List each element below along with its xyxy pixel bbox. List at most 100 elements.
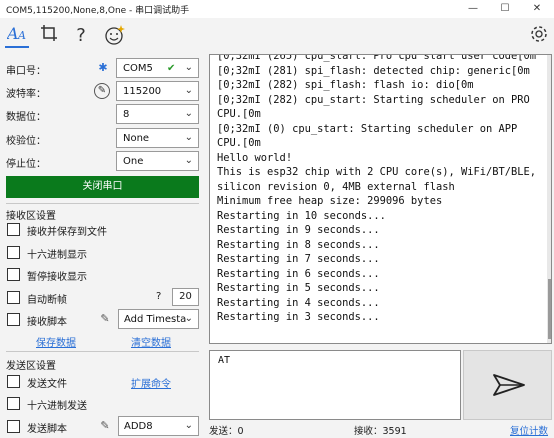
chevron-down-icon: ⌄ (184, 155, 193, 166)
baud-select[interactable]: 115200 ⌄ (116, 81, 199, 101)
send-script-label: 发送脚本 (27, 424, 67, 435)
save-data-link[interactable]: 保存数据 (36, 334, 76, 349)
bluetooth-icon[interactable]: ✱ (95, 60, 111, 76)
pen-icon[interactable]: ✎ (94, 83, 110, 99)
close-port-button[interactable]: 关闭串口 (6, 176, 199, 198)
parity-row: 校验位： None ⌄ (0, 127, 204, 149)
log-line: CPU.[0m (217, 137, 261, 149)
log-line: [0;32mI (265) cpu_start: Pro cpu start u… (217, 54, 537, 62)
baud-label: 波特率： (6, 89, 46, 100)
send-section-title: 发送区设置 (6, 361, 56, 372)
auto-break-input[interactable]: 20 (172, 288, 199, 306)
settings-icon[interactable] (527, 24, 551, 48)
pause-display-label: 暂停接收显示 (27, 272, 87, 283)
text-format-icon[interactable]: AA (5, 24, 29, 48)
log-line: Minimum free heap size: 299096 bytes (217, 195, 443, 207)
chevron-down-icon: ⌄ (184, 313, 193, 324)
sent-count: 发送：0 (209, 426, 244, 437)
baud-row: 波特率： ✎ 115200 ⌄ (0, 80, 204, 102)
clear-data-link[interactable]: 清空数据 (131, 334, 171, 349)
divider (6, 351, 199, 352)
log-text: [0;32mI (265) cpu_start: Pro cpu start u… (217, 54, 537, 325)
chevron-down-icon: ⌄ (184, 420, 193, 431)
auto-break-label: 自动断帧 (27, 295, 67, 306)
send-script-select[interactable]: ADD8 ⌄ (118, 416, 199, 436)
receive-script-label: 接收脚本 (27, 317, 67, 328)
databits-select[interactable]: 8 ⌄ (116, 104, 199, 124)
port-row: 串口号： ✱ COM5 ✔ ⌄ (0, 57, 204, 79)
port-ok-icon: ✔ (167, 63, 176, 74)
toolbar: AA ? (0, 18, 554, 54)
receive-script-select[interactable]: Add Timesta ⌄ (118, 309, 199, 329)
stopbits-label: 停止位： (6, 159, 46, 170)
pen-icon[interactable]: ✎ (97, 311, 113, 327)
hex-display-label: 十六进制显示 (27, 250, 87, 261)
log-line: [0;32mI (0) cpu_start: Starting schedule… (217, 122, 518, 135)
stopbits-row: 停止位： One ⌄ (0, 150, 204, 172)
log-line: CPU.[0m (217, 108, 261, 120)
log-line: Restarting in 10 seconds... (217, 209, 386, 222)
receive-script-checkbox[interactable] (7, 313, 20, 326)
svg-text:A: A (7, 24, 19, 42)
log-line: Restarting in 6 seconds... (217, 267, 380, 280)
divider (6, 203, 199, 204)
parity-label: 校验位： (6, 136, 46, 147)
stopbits-value: One (123, 156, 144, 167)
save-to-file-label: 接收并保存到文件 (27, 227, 107, 238)
send-input[interactable]: AT (209, 350, 461, 420)
log-line: Restarting in 4 seconds... (217, 296, 380, 309)
log-line: Restarting in 7 seconds... (217, 253, 380, 265)
log-line: This is esp32 chip with 2 CPU core(s), W… (217, 166, 537, 178)
baud-value: 115200 (123, 86, 162, 97)
databits-label: 数据位： (6, 112, 46, 123)
port-value: COM5 (123, 63, 153, 74)
log-line: Restarting in 3 seconds... (217, 311, 380, 323)
parity-select[interactable]: None ⌄ (116, 128, 199, 148)
minimize-button[interactable]: — (458, 0, 488, 18)
chevron-down-icon: ⌄ (184, 108, 193, 119)
log-scrollbar[interactable] (547, 55, 551, 343)
smiley-icon[interactable] (103, 24, 127, 48)
send-file-checkbox[interactable] (7, 375, 20, 388)
status-bar: 发送：0 接收：3591 复位计数 (204, 421, 554, 438)
crop-icon[interactable] (37, 24, 61, 48)
app-window: COM5,115200,None,8,One - 串口调试助手 — ☐ ✕ AA… (0, 0, 554, 438)
auto-break-checkbox[interactable] (7, 291, 20, 304)
reset-count-link[interactable]: 复位计数 (510, 423, 548, 437)
receive-section-title: 接收区设置 (6, 211, 56, 222)
maximize-button[interactable]: ☐ (490, 0, 520, 18)
send-script-value: ADD8 (124, 421, 153, 432)
svg-text:A: A (17, 29, 26, 42)
hex-send-label: 十六进制发送 (27, 401, 87, 412)
send-input-text: AT (218, 355, 231, 366)
send-button[interactable] (463, 350, 552, 420)
hex-send-checkbox[interactable] (7, 397, 20, 410)
hex-display-checkbox[interactable] (7, 246, 20, 259)
auto-break-help-icon[interactable]: ? (156, 291, 161, 302)
log-line: silicon revision 0, 4MB external flash (217, 180, 455, 193)
log-line: Hello world! (217, 151, 293, 164)
title-bar: COM5,115200,None,8,One - 串口调试助手 — ☐ ✕ (0, 0, 554, 18)
receive-log[interactable]: [0;32mI (265) cpu_start: Pro cpu start u… (209, 54, 552, 344)
databits-value: 8 (123, 109, 130, 120)
received-count: 接收：3591 (354, 426, 407, 437)
chevron-down-icon: ⌄ (184, 132, 193, 143)
pen-icon[interactable]: ✎ (97, 418, 113, 434)
help-icon[interactable]: ? (69, 24, 93, 48)
stopbits-select[interactable]: One ⌄ (116, 151, 199, 171)
log-line: Restarting in 8 seconds... (217, 238, 380, 251)
databits-row: 数据位： 8 ⌄ (0, 103, 204, 125)
save-to-file-checkbox[interactable] (7, 223, 20, 236)
port-select[interactable]: COM5 ✔ ⌄ (116, 58, 199, 78)
extend-command-link[interactable]: 扩展命令 (131, 375, 171, 390)
log-line: [0;32mI (282) cpu_start: Starting schedu… (217, 93, 530, 106)
settings-panel: 串口号： ✱ COM5 ✔ ⌄ 波特率： ✎ 115200 ⌄ 数据位： 8 ⌄ (0, 54, 204, 438)
port-label: 串口号： (6, 66, 46, 77)
send-script-checkbox[interactable] (7, 420, 20, 433)
send-file-label: 发送文件 (27, 379, 67, 390)
chevron-down-icon: ⌄ (184, 85, 193, 96)
pause-display-checkbox[interactable] (7, 268, 20, 281)
log-line: [0;32mI (281) spi_flash: detected chip: … (217, 64, 530, 77)
scrollbar-thumb[interactable] (548, 279, 551, 339)
close-button[interactable]: ✕ (522, 0, 552, 18)
